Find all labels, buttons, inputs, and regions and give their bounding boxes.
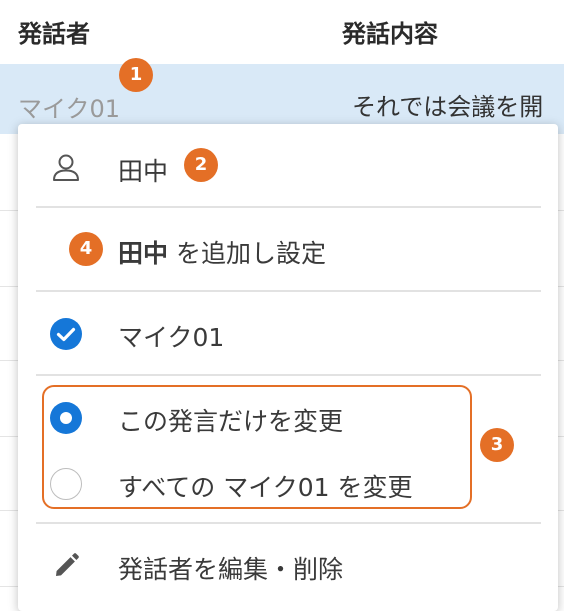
edit-delete-label: 発話者を編集・削除 — [118, 555, 344, 584]
content-cell[interactable]: それでは会議を開 — [352, 87, 543, 122]
scope-options-highlight — [42, 385, 472, 509]
table-header: 発話者 発話内容 — [0, 0, 564, 64]
callout-badge-1: 1 — [119, 58, 153, 92]
callout-badge-4: 4 — [69, 232, 103, 266]
add-and-set-text: を追加し設定 — [168, 239, 326, 268]
new-user-name: 田中 — [118, 239, 169, 268]
assign-user-label: 田中 — [118, 157, 169, 186]
person-icon — [53, 154, 79, 181]
menu-item-assign-user[interactable]: 田中 — [18, 128, 558, 206]
menu-divider — [36, 374, 541, 376]
pencil-icon — [56, 553, 79, 576]
callout-badge-2: 2 — [184, 148, 218, 182]
column-header-content: 発話内容 — [342, 20, 438, 48]
menu-divider — [36, 522, 541, 524]
menu-item-edit-delete[interactable]: 発話者を編集・削除 — [18, 526, 558, 604]
speaker-cell[interactable]: マイク01 — [18, 89, 120, 124]
column-header-speaker: 発話者 — [18, 20, 90, 48]
menu-item-current-speaker[interactable]: マイク01 — [18, 294, 558, 372]
check-circle-icon — [50, 318, 82, 350]
callout-badge-3: 3 — [480, 428, 514, 462]
menu-divider — [36, 206, 541, 208]
add-and-set-label: 田中 を追加し設定 — [118, 234, 326, 270]
menu-divider — [36, 290, 541, 292]
current-speaker-label: マイク01 — [118, 323, 225, 352]
speaker-context-menu: 田中 2 田中 を追加し設定 4 マイク01 この発言だけを変更 すべての マイ… — [18, 124, 558, 611]
